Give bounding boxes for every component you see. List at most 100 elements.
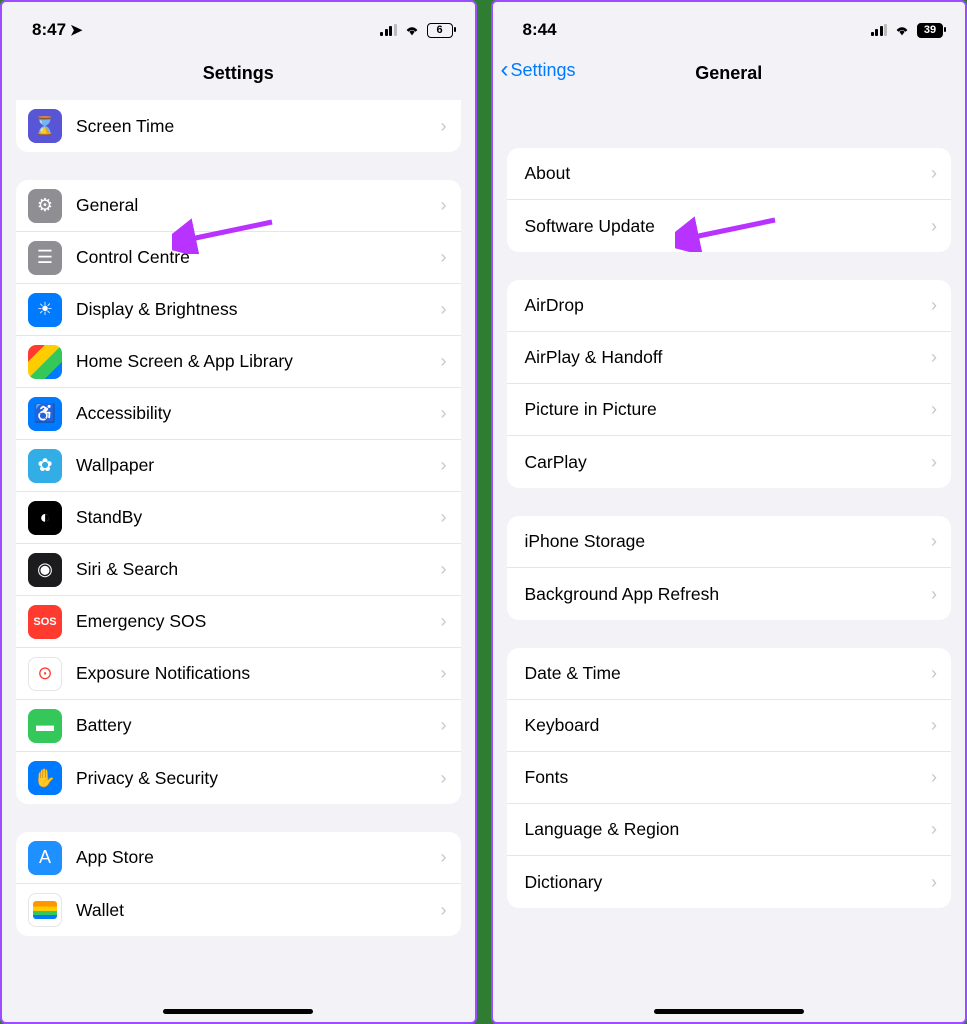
row-background-app-refresh[interactable]: Background App Refresh › — [507, 568, 952, 620]
row-label: General — [76, 195, 427, 216]
row-label: Display & Brightness — [76, 299, 427, 320]
row-label: Keyboard — [525, 715, 918, 736]
row-label: Battery — [76, 715, 427, 736]
row-label: Date & Time — [525, 663, 918, 684]
back-button[interactable]: ‹ Settings — [501, 58, 576, 82]
chevron-right-icon: › — [931, 767, 937, 788]
row-label: App Store — [76, 847, 427, 868]
group-airdrop: AirDrop›AirPlay & Handoff›Picture in Pic… — [507, 280, 952, 488]
row-control-centre[interactable]: ☰ Control Centre › — [16, 232, 461, 284]
row-standby[interactable]: ◐StandBy› — [16, 492, 461, 544]
wifi-icon — [893, 23, 911, 37]
group-about: About›Software Update› — [507, 148, 952, 252]
settings-list[interactable]: ⌛Screen Time› ⚙General›☰Control Centre›☀… — [2, 100, 475, 1022]
row-display-brightness[interactable]: ☀ Display & Brightness › — [16, 284, 461, 336]
row-home-screen-app-library[interactable]: Home Screen & App Library› — [16, 336, 461, 388]
chevron-right-icon: › — [441, 195, 447, 216]
row-privacy-security[interactable]: ✋ Privacy & Security › — [16, 752, 461, 804]
general-list[interactable]: About›Software Update› AirDrop›AirPlay &… — [493, 100, 966, 1022]
sos-icon: SOS — [28, 605, 62, 639]
row-label: Accessibility — [76, 403, 427, 424]
row-airplay-handoff[interactable]: AirPlay & Handoff› — [507, 332, 952, 384]
status-bar: 8:44 39 — [493, 2, 966, 52]
row-wallpaper[interactable]: ✿Wallpaper› — [16, 440, 461, 492]
row-wallet[interactable]: Wallet› — [16, 884, 461, 936]
row-label: Privacy & Security — [76, 768, 427, 789]
row-label: Siri & Search — [76, 559, 427, 580]
battery-icon: ▬ — [28, 709, 62, 743]
screen-time-icon: ⌛ — [28, 109, 62, 143]
page-title: Settings — [203, 63, 274, 84]
row-siri-search[interactable]: ◉Siri & Search› — [16, 544, 461, 596]
chevron-right-icon: › — [441, 116, 447, 137]
privacy-icon: ✋ — [28, 761, 62, 795]
row-software-update[interactable]: Software Update› — [507, 200, 952, 252]
nav-header: Settings — [2, 52, 475, 100]
chevron-right-icon: › — [441, 900, 447, 921]
home-indicator[interactable] — [163, 1009, 313, 1014]
group-screen-time: ⌛ Screen Time › — [16, 100, 461, 152]
chevron-right-icon: › — [931, 663, 937, 684]
row-label: AirDrop — [525, 295, 918, 316]
home-indicator[interactable] — [654, 1009, 804, 1014]
row-fonts[interactable]: Fonts › — [507, 752, 952, 804]
chevron-right-icon: › — [931, 163, 937, 184]
row-label: Dictionary — [525, 872, 918, 893]
row-about[interactable]: About › — [507, 148, 952, 200]
row-keyboard[interactable]: Keyboard › — [507, 700, 952, 752]
chevron-right-icon: › — [931, 872, 937, 893]
row-battery[interactable]: ▬Battery› — [16, 700, 461, 752]
chevron-right-icon: › — [441, 403, 447, 424]
row-airdrop[interactable]: AirDrop › — [507, 280, 952, 332]
accessibility-icon: ♿ — [28, 397, 62, 431]
chevron-right-icon: › — [931, 819, 937, 840]
chevron-right-icon: › — [931, 531, 937, 552]
row-exposure-notifications[interactable]: ⊙Exposure Notifications› — [16, 648, 461, 700]
row-label: Screen Time — [76, 116, 427, 137]
row-language-region[interactable]: Language & Region › — [507, 804, 952, 856]
row-accessibility[interactable]: ♿ Accessibility › — [16, 388, 461, 440]
cellular-icon — [380, 24, 397, 36]
row-screen-time[interactable]: ⌛ Screen Time › — [16, 100, 461, 152]
app-store-icon: A — [28, 841, 62, 875]
control-centre-icon: ☰ — [28, 241, 62, 275]
row-label: About — [525, 163, 918, 184]
home-screen-icon — [28, 345, 62, 379]
chevron-right-icon: › — [441, 247, 447, 268]
row-label: iPhone Storage — [525, 531, 918, 552]
chevron-right-icon: › — [931, 584, 937, 605]
row-label: Home Screen & App Library — [76, 351, 427, 372]
chevron-right-icon: › — [931, 347, 937, 368]
row-label: Background App Refresh — [525, 584, 918, 605]
battery-indicator: 6 — [427, 23, 453, 38]
row-iphone-storage[interactable]: iPhone Storage › — [507, 516, 952, 568]
chevron-right-icon: › — [931, 295, 937, 316]
row-app-store[interactable]: A App Store › — [16, 832, 461, 884]
row-label: Emergency SOS — [76, 611, 427, 632]
chevron-right-icon: › — [441, 299, 447, 320]
chevron-left-icon: ‹ — [501, 58, 509, 82]
general-screen: 8:44 39 ‹ Settings General About›Softwar… — [491, 0, 967, 1024]
chevron-right-icon: › — [441, 847, 447, 868]
row-general[interactable]: ⚙General› — [16, 180, 461, 232]
nav-header: ‹ Settings General — [493, 52, 966, 100]
row-date-time[interactable]: Date & Time › — [507, 648, 952, 700]
battery-indicator: 39 — [917, 23, 943, 38]
row-label: Fonts — [525, 767, 918, 788]
row-label: Control Centre — [76, 247, 427, 268]
row-label: Language & Region — [525, 819, 918, 840]
group-storage: iPhone Storage › Background App Refresh › — [507, 516, 952, 620]
row-dictionary[interactable]: Dictionary › — [507, 856, 952, 908]
row-picture-in-picture[interactable]: Picture in Picture› — [507, 384, 952, 436]
display-icon: ☀ — [28, 293, 62, 327]
location-icon: ➤ — [70, 21, 83, 39]
chevron-right-icon: › — [441, 768, 447, 789]
row-label: Wallpaper — [76, 455, 427, 476]
chevron-right-icon: › — [441, 507, 447, 528]
chevron-right-icon: › — [441, 455, 447, 476]
chevron-right-icon: › — [931, 216, 937, 237]
row-emergency-sos[interactable]: SOSEmergency SOS› — [16, 596, 461, 648]
chevron-right-icon: › — [441, 559, 447, 580]
row-carplay[interactable]: CarPlay› — [507, 436, 952, 488]
chevron-right-icon: › — [931, 715, 937, 736]
